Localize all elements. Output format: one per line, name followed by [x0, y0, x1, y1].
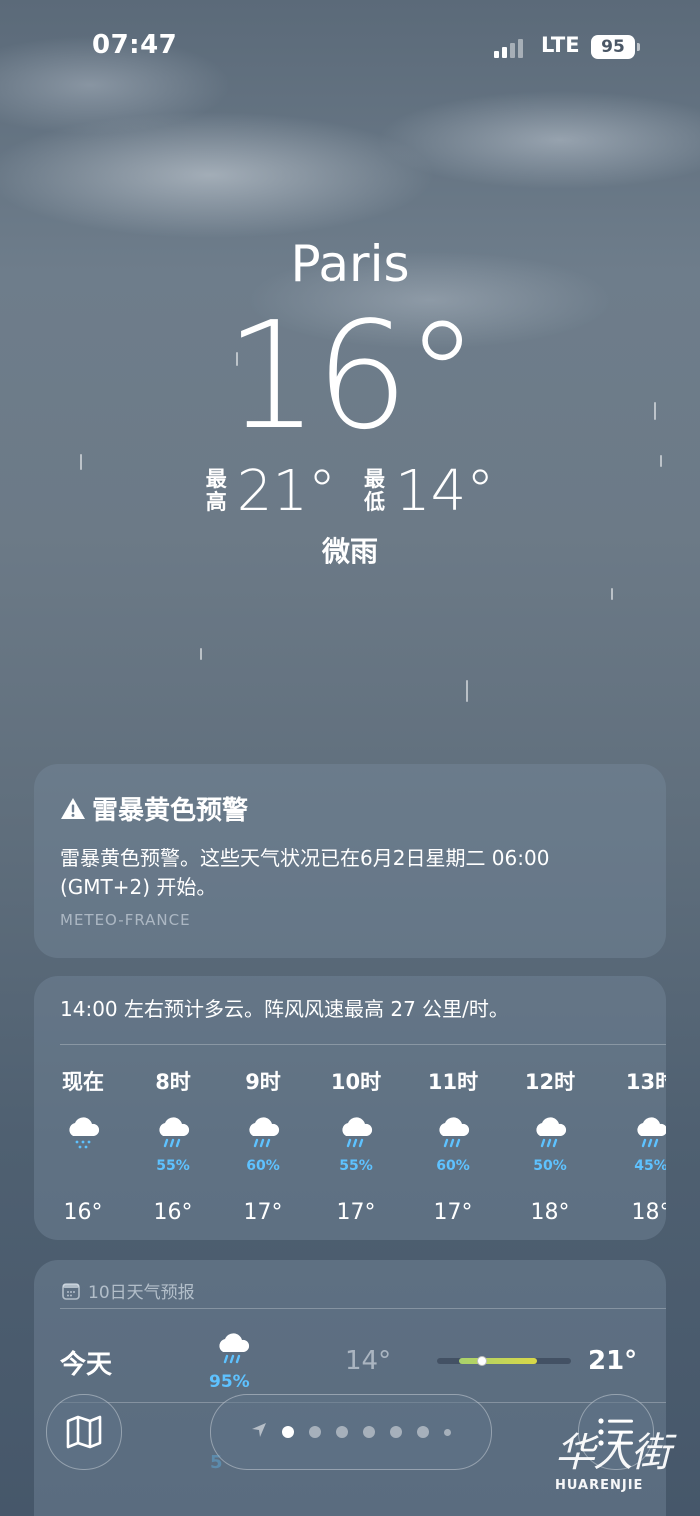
high-label-char-2: 高 — [205, 490, 227, 514]
alert-body: 雷暴黄色预警。这些天气状况已在6月2日星期二 06:00 (GMT+2) 开始。 — [60, 846, 550, 899]
hour-column: 8时 55% 16° — [128, 1064, 218, 1225]
hour-precip: 50% — [533, 1158, 567, 1174]
hour-column: 现在 16° — [40, 1064, 128, 1225]
high-low-row: 最 高 21° 最 低 14° — [0, 456, 700, 526]
map-button[interactable] — [46, 1394, 122, 1470]
hour-temp: 17° — [336, 1200, 376, 1225]
forecast-header-divider — [60, 1308, 666, 1309]
battery-icon: 95 — [591, 35, 635, 59]
cloud-rain-icon — [128, 1114, 218, 1158]
city-name: Paris — [290, 235, 410, 293]
cloud-rain-icon — [408, 1114, 498, 1158]
hour-precip: 55% — [339, 1158, 373, 1174]
hour-column: 12时 50% 18° — [505, 1064, 595, 1225]
ten-day-header: 10日天气预报 — [62, 1278, 195, 1303]
cloud-rain-icon — [505, 1114, 595, 1158]
cloud-rain-icon — [311, 1114, 401, 1158]
hour-precip: 60% — [436, 1158, 470, 1174]
ten-day-header-text: 10日天气预报 — [88, 1283, 195, 1303]
hour-label: 9时 — [245, 1070, 281, 1094]
high-label-char-1: 最 — [205, 467, 227, 491]
hourly-scroll-row[interactable]: 现在 16° 8时 55% 16° 9时 60% 17° 10时 55% 17° 11时 60% 17° 1… — [40, 1064, 666, 1234]
forecast-today-high: 21° — [588, 1346, 638, 1376]
high-label: 最 高 — [206, 468, 227, 514]
signal-strength-icon — [494, 36, 530, 58]
hour-label: 11时 — [427, 1070, 479, 1094]
temperature-range-fill — [459, 1358, 538, 1364]
hour-column: 10时 55% 17° — [311, 1064, 401, 1225]
hour-temp: 17° — [243, 1200, 283, 1225]
hour-column: 13时 45% 18° — [606, 1064, 666, 1225]
page-dot[interactable] — [444, 1428, 451, 1436]
hour-precip: 60% — [246, 1158, 280, 1174]
alert-title: 雷暴黄色预警 — [60, 790, 248, 827]
page-indicator[interactable] — [210, 1394, 492, 1470]
watermark-logo: 华人街 HUARENJIE — [555, 1420, 671, 1493]
hour-label: 10时 — [330, 1070, 382, 1094]
calendar-icon — [62, 1282, 80, 1300]
hour-temp: 18° — [631, 1200, 667, 1225]
low-label-char-1: 最 — [364, 467, 385, 491]
low-label-char-2: 低 — [364, 490, 385, 514]
current-temperature-marker — [476, 1356, 487, 1366]
network-type: LTE — [541, 33, 580, 57]
page-dot[interactable] — [309, 1426, 321, 1438]
hour-temp: 18° — [530, 1200, 570, 1225]
forecast-today-low: 14° — [345, 1346, 392, 1376]
page-dot[interactable] — [363, 1426, 375, 1438]
watermark-en: HUARENJIE — [555, 1478, 644, 1493]
hourly-summary: 14:00 左右预计多云。阵风风速最高 27 公里/时。 — [60, 997, 509, 1021]
hour-temp: 16° — [63, 1200, 103, 1225]
condition-text: 微雨 — [321, 535, 378, 568]
hour-column: 9时 60% 17° — [218, 1064, 308, 1225]
status-time: 07:47 — [92, 30, 178, 60]
page-dot[interactable] — [336, 1426, 348, 1438]
alert-source: METEO-FRANCE — [60, 911, 191, 929]
cloud-rain-icon — [213, 1330, 253, 1374]
high-temperature: 21° — [236, 458, 336, 524]
hour-temp: 16° — [153, 1200, 193, 1225]
watermark-cn: 华人街 — [555, 1430, 671, 1476]
warning-triangle-icon — [61, 797, 85, 819]
hour-label: 8时 — [155, 1070, 191, 1094]
map-icon — [66, 1415, 102, 1449]
battery-tip — [637, 43, 640, 51]
page-dot[interactable] — [390, 1426, 402, 1438]
alert-title-text: 雷暴黄色预警 — [92, 796, 249, 826]
hour-column: 11时 60% 17° — [408, 1064, 498, 1225]
hourly-divider — [60, 1044, 666, 1045]
cloud-rain-icon — [606, 1114, 666, 1158]
hour-precip: 55% — [156, 1158, 190, 1174]
forecast-day-today: 今天 — [60, 1350, 113, 1380]
low-temperature: 14° — [395, 458, 495, 524]
current-temperature: 16° — [224, 290, 479, 462]
cloud-drizzle-icon — [40, 1114, 128, 1158]
forecast-today-precip: 95% — [209, 1372, 250, 1392]
hour-label: 12时 — [524, 1070, 576, 1094]
hour-label: 13时 — [625, 1070, 666, 1094]
hour-temp: 17° — [433, 1200, 473, 1225]
hour-label: 现在 — [62, 1070, 104, 1094]
page-dot[interactable] — [417, 1426, 429, 1438]
temperature-range-bar — [437, 1356, 571, 1366]
hour-precip: 45% — [634, 1158, 666, 1174]
page-dot[interactable] — [282, 1426, 294, 1438]
cloud-rain-icon — [218, 1114, 308, 1158]
location-arrow-icon — [251, 1422, 267, 1442]
low-label: 最 低 — [364, 468, 385, 514]
hour-precip — [40, 1158, 128, 1176]
